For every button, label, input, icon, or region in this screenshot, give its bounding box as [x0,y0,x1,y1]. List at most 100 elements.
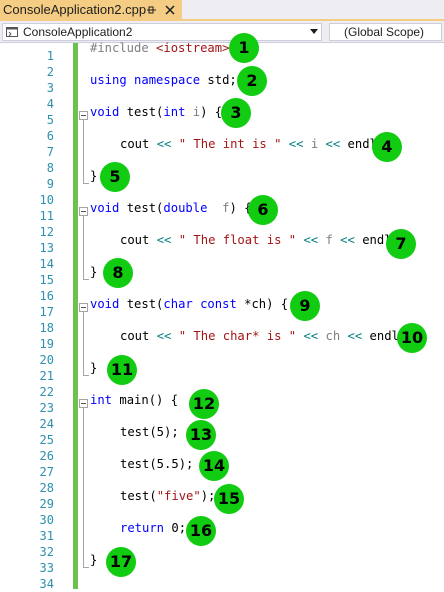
fold-end [83,375,89,376]
scope-dropdown[interactable]: (Global Scope) [329,23,442,41]
code-line-25: test(5); [120,425,179,439]
string-literal: "five" [156,489,201,503]
line-number: 22 [39,385,54,399]
line-number: 12 [39,225,54,239]
line-number: 5 [46,113,54,127]
annotation-badge: 8 [103,258,133,288]
keyword: using [90,73,127,87]
line-number: 7 [46,145,54,159]
code-text: cout [120,233,157,247]
line-number: 8 [46,161,54,175]
operator: << [303,329,319,343]
fold-guide [83,312,84,375]
code-line-17: void test(char const *ch) { [90,296,288,312]
collapse-icon[interactable] [79,207,88,216]
annotation-badge: 7 [386,229,416,259]
code-text: cout [120,137,157,151]
line-number: 2 [46,65,54,79]
variable: i [303,137,326,151]
code-text: test( [120,489,157,503]
keyword: namespace [134,73,201,87]
keyword: void [90,105,120,119]
code-area[interactable]: #include <iostream> using namespace std;… [78,40,444,590]
function-name: test( [126,105,164,119]
code-text: std; [207,73,237,87]
variable: f [318,233,341,247]
annotation-badge: 6 [248,195,278,225]
function-name: test( [126,297,164,311]
operator: << [156,329,172,343]
annotation-badge: 3 [221,98,251,128]
annotation-badge: 9 [290,291,320,321]
parameter: i [192,105,201,119]
collapse-icon[interactable] [79,399,88,408]
keyword: const [200,297,237,311]
project-dropdown[interactable]: ConsoleApplication2 [2,23,322,41]
close-icon[interactable] [163,3,177,17]
code-line-19: cout << " The char* is " << ch << endl; [120,328,406,344]
string-literal: " The float is " [178,233,297,247]
operator: << [347,329,363,343]
document-tab-strip: ConsoleApplication2.cpp [0,0,444,21]
keyword: void [90,297,120,311]
code-line-13: cout << " The float is " << f << endl; [120,232,399,248]
line-number: 33 [39,561,54,575]
project-dropdown-label: ConsoleApplication2 [23,25,133,39]
line-number: 25 [39,433,54,447]
annotation-badge: 2 [237,66,267,96]
pin-icon[interactable] [145,3,159,17]
operator: << [303,233,319,247]
code-line-27: test(5.5); [120,457,194,471]
line-number: 11 [39,209,54,223]
keyword: return [120,521,165,535]
code-line-9: } [90,169,98,183]
operator: << [156,233,172,247]
variable: ch [318,329,348,343]
collapse-icon[interactable] [79,111,88,120]
line-number: 9 [46,177,54,191]
document-tab[interactable]: ConsoleApplication2.cpp [0,0,182,19]
project-icon [6,27,18,37]
line-number: 19 [39,337,54,351]
code-line-33: } [90,553,98,567]
code-line-1: #include <iostream> [90,40,229,56]
code-text: *ch) { [244,297,289,311]
fold-guide [83,216,84,279]
line-number-gutter: 1 2 3 4 5 6 7 8 9 10 11 12 13 14 15 16 17 18 19 20 21 22 23 24 2… [18,43,68,591]
code-line-23: int main() { [90,392,178,408]
code-text: ) { [200,105,223,119]
line-number: 24 [39,417,54,431]
annotation-badge: 17 [106,547,136,577]
keyword: void [90,201,120,215]
operator: << [340,233,355,247]
line-number: 20 [39,353,54,367]
line-number: 26 [39,449,54,463]
line-number: 23 [39,401,54,415]
code-line-29: test("five"); [120,488,215,504]
line-number: 15 [39,273,54,287]
collapse-icon[interactable] [79,303,88,312]
fold-guide [83,120,84,183]
fold-end [83,567,89,568]
line-number: 3 [46,81,54,95]
operator: << [288,137,304,151]
operator: << [156,137,172,151]
code-text: cout [120,329,157,343]
fold-end [83,279,89,280]
fold-guide [83,408,84,567]
keyword: int [90,393,113,407]
operator: << [325,137,341,151]
line-number: 14 [39,257,54,271]
line-number: 6 [46,129,54,143]
tab-title: ConsoleApplication2.cpp [3,2,147,17]
annotation-badge: 12 [189,389,219,419]
string-literal: " The int is " [178,137,282,151]
line-number: 17 [39,305,54,319]
type-keyword: double [163,201,208,215]
code-line-21: } [90,361,98,375]
code-line-5: void test(int i) { [90,104,222,120]
annotation-badge: 10 [397,323,427,353]
string-literal: " The char* is " [178,329,297,343]
scope-dropdown-label: (Global Scope) [344,25,425,39]
annotation-badge: 13 [186,420,216,450]
